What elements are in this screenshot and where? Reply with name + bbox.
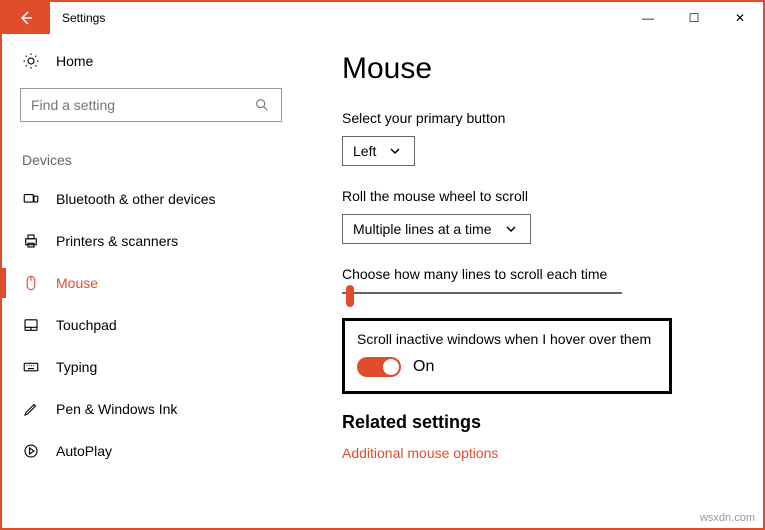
primary-button-select[interactable]: Left bbox=[342, 136, 415, 166]
sidebar-home-label: Home bbox=[56, 53, 93, 69]
inactive-label: Scroll inactive windows when I hover ove… bbox=[357, 331, 657, 347]
related-heading: Related settings bbox=[342, 412, 743, 433]
lines-label: Choose how many lines to scroll each tim… bbox=[342, 266, 743, 282]
mouse-icon bbox=[22, 274, 40, 292]
sidebar-item-label: Mouse bbox=[56, 275, 98, 291]
sidebar: Home Devices Bluetooth & other devices P… bbox=[2, 34, 302, 528]
touchpad-icon bbox=[22, 316, 40, 334]
autoplay-icon bbox=[22, 442, 40, 460]
devices-icon bbox=[22, 190, 40, 208]
printer-icon bbox=[22, 232, 40, 250]
chevron-down-icon bbox=[386, 142, 404, 160]
pen-icon bbox=[22, 400, 40, 418]
maximize-button[interactable]: ☐ bbox=[671, 2, 717, 34]
window-controls: — ☐ ✕ bbox=[625, 2, 763, 34]
sidebar-item-typing[interactable]: Typing bbox=[2, 346, 300, 388]
watermark: wsxdn.com bbox=[700, 512, 755, 524]
sidebar-item-pen[interactable]: Pen & Windows Ink bbox=[2, 388, 300, 430]
inactive-toggle[interactable] bbox=[357, 357, 401, 377]
sidebar-item-touchpad[interactable]: Touchpad bbox=[2, 304, 300, 346]
search-icon bbox=[253, 96, 271, 114]
sidebar-section-label: Devices bbox=[2, 140, 300, 178]
sidebar-item-label: AutoPlay bbox=[56, 443, 112, 459]
sidebar-item-mouse[interactable]: Mouse bbox=[2, 262, 300, 304]
close-button[interactable]: ✕ bbox=[717, 2, 763, 34]
wheel-select[interactable]: Multiple lines at a time bbox=[342, 214, 531, 244]
primary-button-label: Select your primary button bbox=[342, 110, 743, 126]
slider-thumb[interactable] bbox=[346, 285, 354, 307]
primary-button-value: Left bbox=[353, 143, 376, 159]
keyboard-icon bbox=[22, 358, 40, 376]
additional-mouse-options-link[interactable]: Additional mouse options bbox=[342, 445, 498, 461]
sidebar-item-label: Pen & Windows Ink bbox=[56, 401, 177, 417]
sidebar-item-autoplay[interactable]: AutoPlay bbox=[2, 430, 300, 472]
main-panel: Mouse Select your primary button Left Ro… bbox=[302, 34, 763, 528]
sidebar-item-bluetooth[interactable]: Bluetooth & other devices bbox=[2, 178, 300, 220]
page-title: Mouse bbox=[342, 52, 743, 86]
lines-slider[interactable] bbox=[342, 292, 622, 294]
search-box[interactable] bbox=[20, 88, 282, 122]
wheel-label: Roll the mouse wheel to scroll bbox=[342, 188, 743, 204]
sidebar-item-label: Printers & scanners bbox=[56, 233, 178, 249]
back-button[interactable] bbox=[2, 2, 50, 34]
inactive-state: On bbox=[413, 358, 434, 376]
sidebar-home[interactable]: Home bbox=[2, 34, 300, 88]
arrow-left-icon bbox=[18, 10, 34, 26]
sidebar-item-label: Bluetooth & other devices bbox=[56, 191, 216, 207]
inactive-scroll-section: Scroll inactive windows when I hover ove… bbox=[342, 318, 672, 394]
search-input[interactable] bbox=[31, 97, 253, 113]
title-bar: Settings — ☐ ✕ bbox=[2, 2, 763, 34]
chevron-down-icon bbox=[502, 220, 520, 238]
gear-icon bbox=[22, 52, 40, 70]
minimize-button[interactable]: — bbox=[625, 2, 671, 34]
sidebar-item-printers[interactable]: Printers & scanners bbox=[2, 220, 300, 262]
window-title: Settings bbox=[50, 2, 117, 34]
sidebar-item-label: Touchpad bbox=[56, 317, 117, 333]
wheel-value: Multiple lines at a time bbox=[353, 221, 492, 237]
sidebar-item-label: Typing bbox=[56, 359, 97, 375]
